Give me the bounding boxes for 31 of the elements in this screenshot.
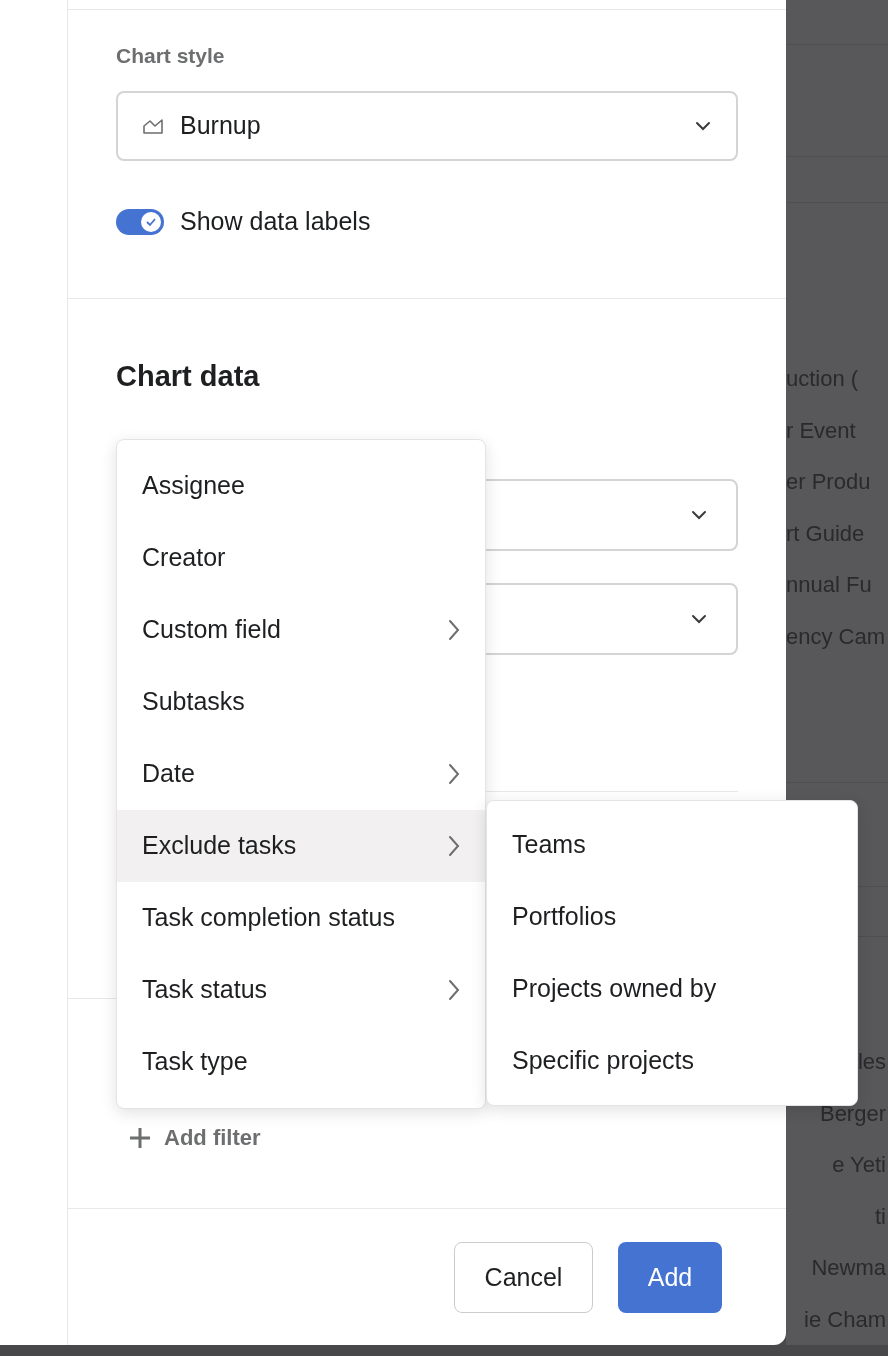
menu-item[interactable]: Subtasks [117, 666, 485, 738]
field-label: Chart style [116, 43, 226, 69]
chevron-right-icon [447, 978, 461, 1002]
menu-item[interactable]: Exclude tasks [117, 810, 485, 882]
menu-item[interactable]: Creator [117, 522, 485, 594]
menu-item[interactable]: Assignee [117, 450, 485, 522]
menu-item[interactable]: Projects owned by [487, 953, 857, 1025]
chevron-down-icon [694, 120, 712, 132]
menu-item[interactable]: Custom field [117, 594, 485, 666]
menu-item[interactable]: Specific projects [487, 1025, 857, 1097]
chevron-right-icon [447, 618, 461, 642]
menu-item[interactable]: Task type [117, 1026, 485, 1098]
add-button[interactable]: Add [618, 1242, 722, 1313]
menu-item[interactable]: Task completion status [117, 882, 485, 954]
toggle-switch[interactable] [116, 208, 164, 235]
check-icon [141, 211, 161, 232]
chevron-down-icon [690, 509, 708, 521]
menu-item[interactable]: Teams [487, 809, 857, 881]
add-filter-button[interactable]: Add filter [128, 1121, 261, 1154]
chart-style-select[interactable]: Burnup [116, 91, 738, 161]
chevron-right-icon [447, 834, 461, 858]
chevron-right-icon [447, 762, 461, 786]
cancel-button[interactable]: Cancel [454, 1242, 593, 1313]
section-heading: Chart data [116, 359, 261, 394]
toggle-label: Show data labels [180, 206, 371, 237]
area-chart-icon [142, 117, 166, 135]
chevron-down-icon [690, 613, 708, 625]
menu-item[interactable]: Portfolios [487, 881, 857, 953]
menu-item[interactable]: Date [117, 738, 485, 810]
plus-icon [128, 1125, 152, 1150]
menu-item[interactable]: Task status [117, 954, 485, 1026]
